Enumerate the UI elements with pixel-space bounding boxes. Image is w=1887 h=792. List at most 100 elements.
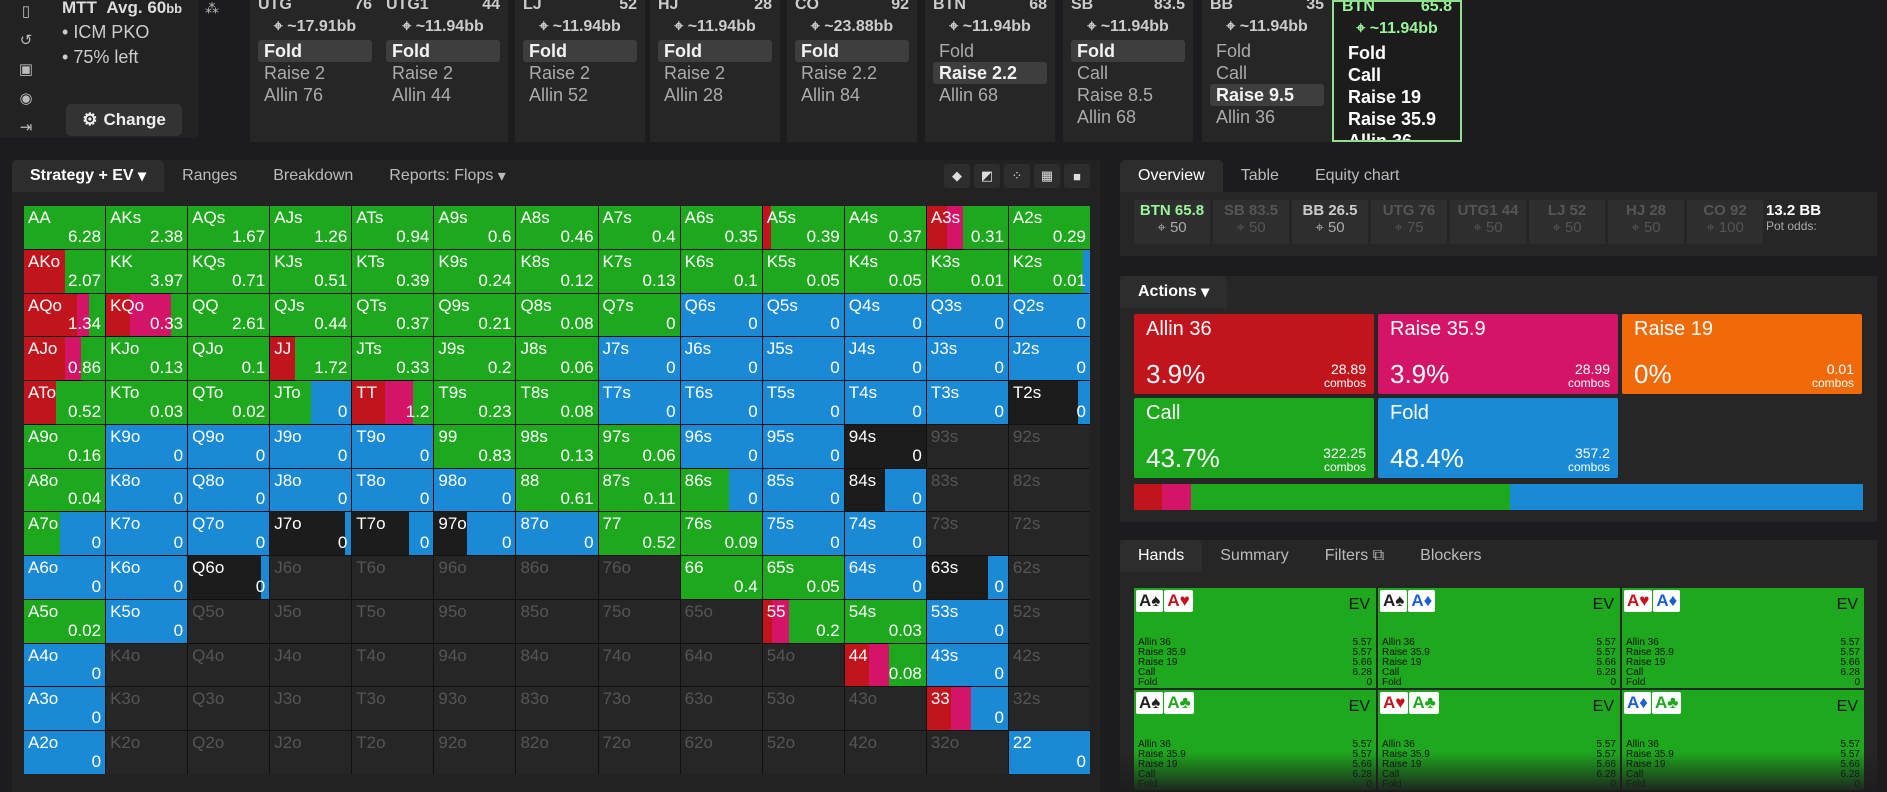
tab-ranges[interactable]: Ranges [164, 160, 255, 192]
hand-cell[interactable]: 54s 0.03 [844, 599, 926, 643]
hand-cell[interactable]: 73s [926, 512, 1008, 556]
hand-cell[interactable]: KQo 0.33 [106, 293, 188, 337]
hand-cell[interactable]: 82s [1008, 468, 1090, 512]
hand-cell[interactable]: K4o [106, 643, 188, 687]
hand-cell[interactable]: 32o [926, 731, 1008, 774]
hand-cell[interactable]: 65s 0.05 [762, 556, 844, 599]
hand-cell[interactable]: K7o 0 [106, 512, 188, 556]
hand-cell[interactable]: J2s 0 [1008, 337, 1090, 381]
hand-cell[interactable]: 76s 0.09 [680, 512, 762, 556]
hand-cell[interactable]: KTo 0.03 [106, 381, 188, 424]
hand-cell[interactable]: Q9o 0 [188, 424, 270, 468]
overview-player[interactable]: CO 92 ⌖ 100 [1687, 200, 1763, 244]
hand-cell[interactable]: J3o [270, 687, 352, 731]
hand-cell[interactable]: 83s [926, 468, 1008, 512]
hand-cell[interactable]: AJo 0.86 [24, 337, 106, 381]
bookmark-icon[interactable]: ▯ [15, 0, 37, 21]
hand-cell[interactable]: QTo 0.02 [188, 381, 270, 424]
hand-cell[interactable]: K4s 0.05 [844, 249, 926, 293]
hand-cell[interactable]: 53o [762, 687, 844, 731]
position-sb[interactable]: SB 83.5 ⌖ ~11.94bb Fold Call Raise 8.5 Allin 6… [1063, 0, 1193, 142]
hand-cell[interactable]: 85o [516, 599, 598, 643]
hand-cell[interactable]: 64s 0 [844, 556, 926, 599]
hand-cell[interactable]: 54o [762, 643, 844, 687]
action-option[interactable]: Allin 52 [523, 84, 637, 106]
hand-cell[interactable]: A2s 0.29 [1008, 206, 1090, 249]
hand-cell[interactable]: A9s 0.6 [434, 206, 516, 249]
hand-cell[interactable]: 44 0.08 [844, 643, 926, 687]
tab-hands[interactable]: Hands [1120, 540, 1203, 572]
hand-cell[interactable]: A2o 0 [24, 731, 106, 774]
cube-icon[interactable]: ◆ [944, 164, 970, 188]
hand-cell[interactable]: J6o [270, 556, 352, 599]
hand-cell[interactable]: 86o [516, 556, 598, 599]
overview-player[interactable]: SB 83.5 ⌖ 50 [1213, 200, 1289, 244]
hand-cell[interactable]: 33 0 [926, 687, 1008, 731]
hand-cell[interactable]: AKs 2.38 [106, 206, 188, 249]
hand-cell[interactable]: 42o [844, 731, 926, 774]
node-tree-icon[interactable]: ⁂ [205, 0, 227, 17]
hand-cell[interactable]: ATo 0.52 [24, 381, 106, 424]
action-option[interactable]: Raise 2.2 [933, 62, 1047, 84]
tab-breakdown[interactable]: Breakdown [255, 160, 371, 192]
action-option[interactable]: Raise 2 [523, 62, 637, 84]
hand-cell[interactable]: 64o [680, 643, 762, 687]
hand-cell[interactable]: J8s 0.06 [516, 337, 598, 381]
hand-cell[interactable]: A3s 0.31 [926, 206, 1008, 249]
tab-table[interactable]: Table [1223, 160, 1297, 192]
hand-cell[interactable]: Q2o [188, 731, 270, 774]
hand-cell[interactable]: 93o [434, 687, 516, 731]
hand-cell[interactable]: 65o [680, 599, 762, 643]
hand-cell[interactable]: 43o [844, 687, 926, 731]
hand-cell[interactable]: J9s 0.2 [434, 337, 516, 381]
hand-cell[interactable]: A9o 0.16 [24, 424, 106, 468]
hand-cell[interactable]: A8s 0.46 [516, 206, 598, 249]
hand-cell[interactable]: Q5s 0 [762, 293, 844, 337]
hand-cell[interactable]: 94s 0 [844, 424, 926, 468]
hand-cell[interactable]: A6o 0 [24, 556, 106, 599]
hand-cell[interactable]: 22 0 [1008, 731, 1090, 774]
hand-cell[interactable]: K9s 0.24 [434, 249, 516, 293]
hand-cell[interactable]: J7o 0 [270, 512, 352, 556]
hand-cell[interactable]: T2s 0 [1008, 381, 1090, 424]
tab-strategy-ev[interactable]: Strategy + EV ▾ [12, 160, 165, 192]
hand-cell[interactable]: KK 3.97 [106, 249, 188, 293]
hand-cell[interactable]: 72s [1008, 512, 1090, 556]
hand-cell[interactable]: KJo 0.13 [106, 337, 188, 381]
hand-cell[interactable]: J3s 0 [926, 337, 1008, 381]
hand-cell[interactable]: J6s 0 [680, 337, 762, 381]
action-option[interactable]: Raise 2 [386, 62, 500, 84]
hand-cell[interactable]: K6s 0.1 [680, 249, 762, 293]
hand-cell[interactable]: K6o 0 [106, 556, 188, 599]
position-btn[interactable]: BTN 68 ⌖ ~11.94bb Fold Raise 2.2 Allin 68 [925, 0, 1055, 142]
tab-equity-chart[interactable]: Equity chart [1297, 160, 1417, 192]
action-option[interactable]: Raise 19 [1342, 86, 1452, 108]
actions-dropdown[interactable]: Actions ▾ [1120, 276, 1228, 308]
hand-cell[interactable]: Q2s 0 [1008, 293, 1090, 337]
hand-cell[interactable]: AQo 1.34 [24, 293, 106, 337]
hand-cell[interactable]: A7o 0 [24, 512, 106, 556]
hand-cell[interactable]: TT 1.2 [352, 381, 434, 424]
hand-cell[interactable]: AKo 2.07 [24, 249, 106, 293]
hand-card[interactable]: A♠ A♦ EV Allin 36 5.57 Raise 35.9 5.57 Raise 19… [1378, 588, 1620, 688]
overview-player[interactable]: HJ 28 ⌖ 50 [1608, 200, 1684, 244]
hand-cell[interactable]: K9o 0 [106, 424, 188, 468]
hand-cell[interactable]: J9o 0 [270, 424, 352, 468]
position-co[interactable]: CO 92 ⌖ ~23.88bb Fold Raise 2.2 Allin 84 [787, 0, 917, 142]
hand-cell[interactable]: K5s 0.05 [762, 249, 844, 293]
hand-cell[interactable]: J8o 0 [270, 468, 352, 512]
hand-cell[interactable]: JJ 1.72 [270, 337, 352, 381]
hand-cell[interactable]: ATs 0.94 [352, 206, 434, 249]
hand-cell[interactable]: J4o [270, 643, 352, 687]
position-lj[interactable]: LJ 52 ⌖ ~11.94bb Fold Raise 2 Allin 52 [515, 0, 645, 142]
hand-cell[interactable]: T4s 0 [844, 381, 926, 424]
hand-cell[interactable]: T9o 0 [352, 424, 434, 468]
hand-cell[interactable]: T3s 0 [926, 381, 1008, 424]
depth-icon[interactable]: ⇥ [15, 117, 37, 138]
hand-cell[interactable]: Q9s 0.21 [434, 293, 516, 337]
hand-cell[interactable]: T4o [352, 643, 434, 687]
action-option[interactable]: Allin 36 [1342, 130, 1452, 140]
hand-cell[interactable]: 62o [680, 731, 762, 774]
hand-cell[interactable]: AJs 1.26 [270, 206, 352, 249]
hand-cell[interactable]: Q3o [188, 687, 270, 731]
